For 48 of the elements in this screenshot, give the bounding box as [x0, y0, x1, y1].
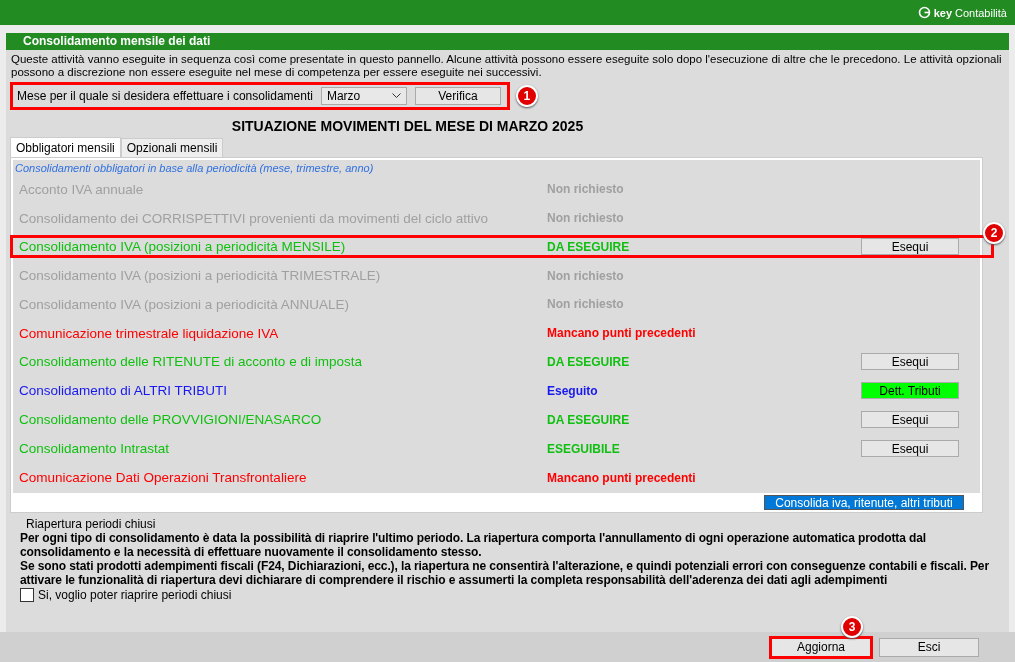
task-status: Non richiesto [547, 211, 625, 225]
checkbox-label: Si, voglio poter riaprire periodi chiusi [38, 588, 232, 602]
checkbox[interactable] [20, 588, 34, 602]
details-button[interactable]: Dett. Tributi [861, 382, 959, 400]
panel-title: Consolidamento mensile dei dati [6, 33, 1009, 50]
chevron-down-icon [391, 93, 401, 99]
callout-badge: 2 [983, 222, 1005, 245]
task-status: DA ESEGUIRE [547, 412, 631, 427]
reopen-warning-text: Per ogni tipo di consolidamento è data la possibilità di riaprire l'ultimo periodo. La riapertura comporta l'annullamento di ogni operazione automatica prodotta dal consolidamento e la necessità di effettuare nuovamente il consolidamento stesso. Se sono stati prodotti adempimenti fiscali (F24, Dichiarazioni, ecc.), la riapertura ne consentirà l'alterazione, e quindi potenziali errori con conseguenze contabili e fiscali. Per attivare le funzionalità di riapertura devi dichiarare di comprendere il rischio e assumerti la completa responsabilità dell'aderenza dei dati agli adempimenti [20, 531, 990, 587]
logo-icon [917, 6, 931, 19]
list-caption: Consolidamenti obbligatori in base alla periodicità (mese, trimestre, anno) [14, 161, 375, 176]
footer-button[interactable]: Esci [879, 637, 979, 657]
section-heading: SITUAZIONE MOVIMENTI DEL MESE DI MARZO 2025 [230, 118, 585, 134]
execute-button[interactable]: Esequi [861, 440, 959, 458]
task-status: DA ESEGUIRE [547, 354, 631, 369]
task-label: Comunicazione trimestrale liquidazione IVA [19, 325, 280, 341]
execute-button[interactable]: Esequi [861, 238, 959, 256]
task-status: DA ESEGUIRE [547, 239, 631, 254]
month-dropdown[interactable]: Marzo [320, 87, 407, 105]
footer-button[interactable]: Aggiorna [769, 635, 873, 659]
execute-button[interactable]: Esequi [861, 411, 959, 429]
task-status: Non richiesto [547, 182, 625, 197]
task-label: Consolidamento IVA (posizioni a periodicità MENSILE) [19, 239, 347, 255]
month-label: Mese per il quale si desidera effettuare i consolidamenti [17, 89, 313, 103]
task-status: Eseguito [547, 383, 599, 398]
task-label: Consolidamento di ALTRI TRIBUTI [19, 383, 229, 399]
callout-badge: 1 [515, 85, 538, 107]
task-label: Consolidamento dei CORRISPETTIVI provenienti da movimenti del ciclo attivo [19, 210, 489, 226]
task-status: Non richiesto [547, 297, 625, 312]
task-label: Consolidamento IVA (posizioni a periodicità ANNUALE) [19, 296, 350, 312]
app-logo: key Contabilità [917, 6, 1007, 19]
description-text: Queste attività vanno eseguite in sequenza così come presentate in questo pannello. Alcune attività possono essere eseguite solo dopo l'esecuzione di altre che le precedono. Le attività opzionali possono a discrezione non essere eseguite nel mese di competenza per essere eseguite nei successivi. [10, 52, 1003, 79]
task-label: Consolidamento IVA (posizioni a periodicità TRIMESTRALE) [19, 268, 382, 284]
task-status: ESEGUIBILE [547, 441, 621, 456]
consolidate-button[interactable]: Consolida iva, ritenute, altri tributi [764, 495, 964, 510]
tab[interactable]: Obbligatori mensili [10, 137, 121, 157]
task-status: Mancano punti precedenti [547, 326, 697, 340]
execute-button[interactable]: Esequi [861, 353, 959, 371]
tab[interactable]: Opzionali mensili [120, 138, 224, 157]
task-label: Acconto IVA annuale [19, 181, 145, 197]
reopen-title: Riapertura periodi chiusi [26, 517, 157, 531]
task-label: Comunicazione Dati Operazioni Transfrontaliere [19, 470, 308, 486]
task-status: Non richiesto [547, 268, 625, 283]
verify-button[interactable]: Verifica [414, 87, 501, 105]
task-label: Consolidamento Intrastat [19, 441, 171, 457]
task-label: Consolidamento delle RITENUTE di acconto e di imposta [19, 354, 363, 370]
task-status: Mancano punti precedenti [547, 470, 697, 485]
task-label: Consolidamento delle PROVVIGIONI/ENASARCO [19, 412, 323, 428]
